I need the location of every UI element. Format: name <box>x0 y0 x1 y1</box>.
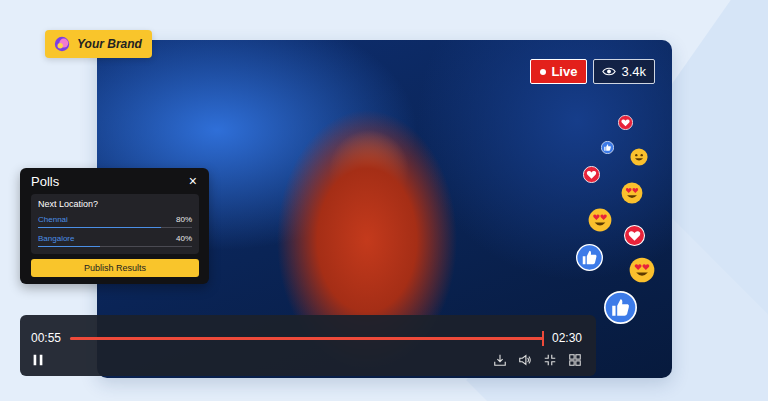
player-controls: 00:55 02:30 <box>20 315 596 376</box>
volume-icon[interactable] <box>518 353 532 367</box>
poll-option-label: Chennai <box>38 215 68 224</box>
polls-panel: Polls × Next Location? Chennai 80% Bangalore 4… <box>20 168 209 284</box>
poll-option[interactable]: Chennai 80% <box>38 215 192 228</box>
heart-eyes-icon <box>621 182 643 204</box>
reaction <box>618 115 633 130</box>
progress-fill <box>70 337 543 340</box>
poll-option-percent: 40% <box>176 234 192 243</box>
thumbs-up-icon <box>601 141 614 154</box>
thumbs-up-icon <box>604 291 637 324</box>
poll-option-track <box>38 246 192 247</box>
poll-option-label: Bangalore <box>38 234 74 243</box>
reaction <box>583 166 600 183</box>
reaction <box>621 182 643 204</box>
heart-eyes-icon <box>588 208 612 232</box>
heart-icon <box>583 166 600 183</box>
timeline: 00:55 02:30 <box>31 331 582 345</box>
poll-option-row: Chennai 80% <box>38 215 192 224</box>
brand-logo-icon <box>53 35 71 53</box>
download-icon[interactable] <box>493 353 507 367</box>
reaction <box>604 291 637 324</box>
heart-icon <box>618 115 633 130</box>
live-label: Live <box>551 64 577 79</box>
poll-option[interactable]: Bangalore 40% <box>38 234 192 247</box>
heart-icon <box>624 225 645 246</box>
thumbs-up-icon <box>576 244 603 271</box>
brand-label: Your Brand <box>77 37 142 51</box>
pause-icon[interactable] <box>31 353 45 367</box>
polls-title: Polls <box>31 174 59 189</box>
poll-card: Next Location? Chennai 80% Bangalore 40% <box>31 194 199 254</box>
control-buttons <box>31 353 582 367</box>
elapsed-time: 00:55 <box>31 331 61 345</box>
brand-badge: Your Brand <box>45 30 152 58</box>
poll-option-row: Bangalore 40% <box>38 234 192 243</box>
progress-knob[interactable] <box>542 331 544 346</box>
minimize-icon[interactable] <box>543 353 557 367</box>
reaction <box>624 225 645 246</box>
total-time: 02:30 <box>552 331 582 345</box>
reaction <box>576 244 603 271</box>
page: Live 3.4k Your Brand Polls × Next Location? Ch… <box>0 0 768 401</box>
smile-icon <box>630 148 648 166</box>
live-dot-icon <box>540 69 546 75</box>
viewer-count: 3.4k <box>593 59 655 84</box>
poll-question: Next Location? <box>38 199 192 209</box>
reaction <box>588 208 612 232</box>
poll-option-track <box>38 227 192 228</box>
close-button[interactable]: × <box>187 173 199 189</box>
heart-eyes-icon <box>629 257 655 283</box>
live-badge: Live <box>530 59 587 84</box>
progress-track[interactable] <box>70 337 543 340</box>
video-badges: Live 3.4k <box>530 59 655 84</box>
control-icons <box>493 353 582 367</box>
grid-icon[interactable] <box>568 353 582 367</box>
publish-results-button[interactable]: Publish Results <box>31 259 199 277</box>
poll-option-fill <box>38 227 161 228</box>
polls-header: Polls × <box>31 173 199 189</box>
eye-icon <box>602 66 616 77</box>
reaction <box>629 257 655 283</box>
poll-option-fill <box>38 246 100 247</box>
poll-option-percent: 80% <box>176 215 192 224</box>
viewer-count-text: 3.4k <box>621 64 646 79</box>
reaction <box>601 141 614 154</box>
reaction <box>630 148 648 166</box>
